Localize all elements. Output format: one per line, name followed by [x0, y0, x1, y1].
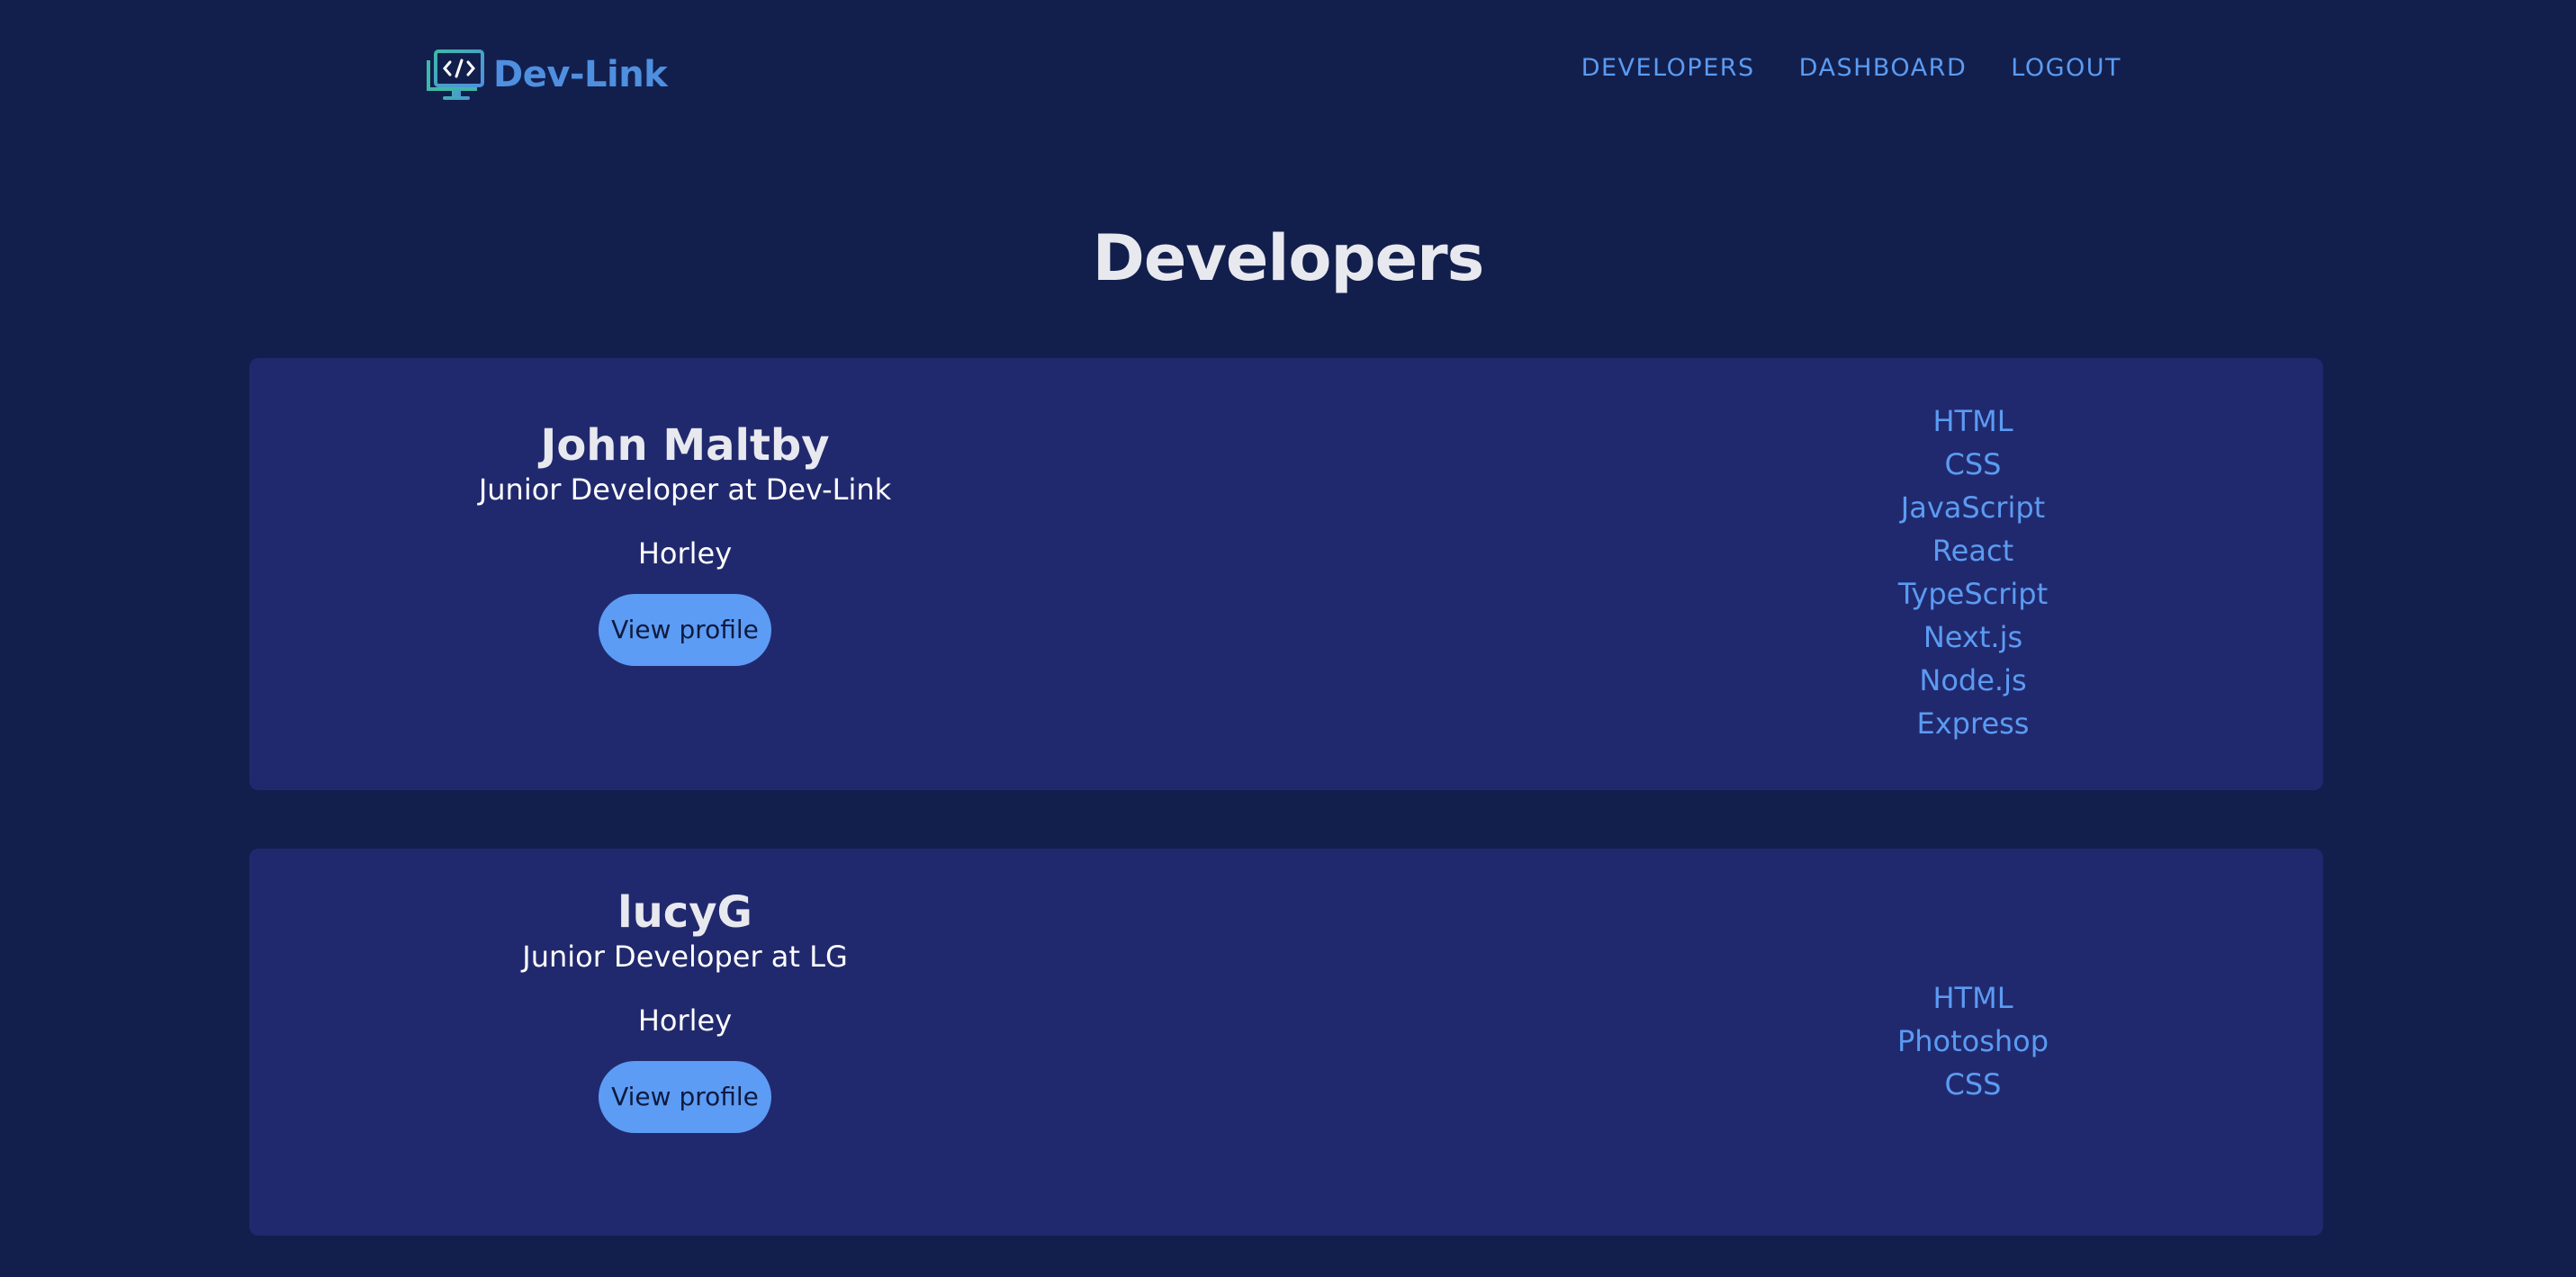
developer-location: Horley [637, 536, 733, 571]
developer-name: John Maltby [540, 420, 830, 471]
skill-item: TypeScript [1897, 577, 2049, 611]
developer-card: lucyG Junior Developer at LG Horley View… [249, 849, 2323, 1236]
developer-info: lucyG Junior Developer at LG Horley View… [415, 887, 955, 1133]
skill-item: HTML [1932, 981, 2013, 1015]
developer-status: Junior Developer at LG [522, 940, 848, 975]
nav-logout[interactable]: LOGOUT [2011, 54, 2121, 82]
nav-links: DEVELOPERS DASHBOARD LOGOUT [1581, 54, 2121, 82]
developer-info: John Maltby Junior Developer at Dev-Link… [415, 420, 955, 666]
skills-list: HTML CSS JavaScript React TypeScript Nex… [1793, 400, 2153, 745]
skills-list: HTML Photoshop CSS [1793, 976, 2153, 1106]
page-title: Developers [1092, 221, 1485, 295]
page: Dev-Link DEVELOPERS DASHBOARD LOGOUT Dev… [0, 0, 2576, 1277]
navbar: Dev-Link DEVELOPERS DASHBOARD LOGOUT [0, 0, 2576, 148]
skill-item: Express [1916, 706, 2030, 741]
skill-item: Next.js [1923, 620, 2023, 654]
developer-location: Horley [637, 1003, 733, 1039]
developer-status: Junior Developer at Dev-Link [478, 472, 892, 508]
logo-text: Dev-Link [493, 54, 668, 95]
skill-item: CSS [1944, 447, 2002, 481]
developer-name: lucyG [617, 887, 752, 938]
monitor-code-icon [427, 49, 484, 100]
skill-item: HTML [1932, 404, 2013, 438]
skill-item: CSS [1944, 1067, 2002, 1102]
view-profile-button[interactable]: View profile [599, 1060, 771, 1133]
developer-card: John Maltby Junior Developer at Dev-Link… [249, 358, 2323, 790]
nav-developers[interactable]: DEVELOPERS [1581, 54, 1755, 82]
skill-item: React [1932, 534, 2014, 568]
skill-item: Photoshop [1896, 1024, 2049, 1058]
skill-item: Node.js [1919, 663, 2027, 697]
nav-dashboard[interactable]: DASHBOARD [1799, 54, 1968, 82]
skill-item: JavaScript [1900, 490, 2046, 525]
view-profile-button[interactable]: View profile [599, 593, 771, 666]
logo-link[interactable]: Dev-Link [427, 47, 668, 103]
